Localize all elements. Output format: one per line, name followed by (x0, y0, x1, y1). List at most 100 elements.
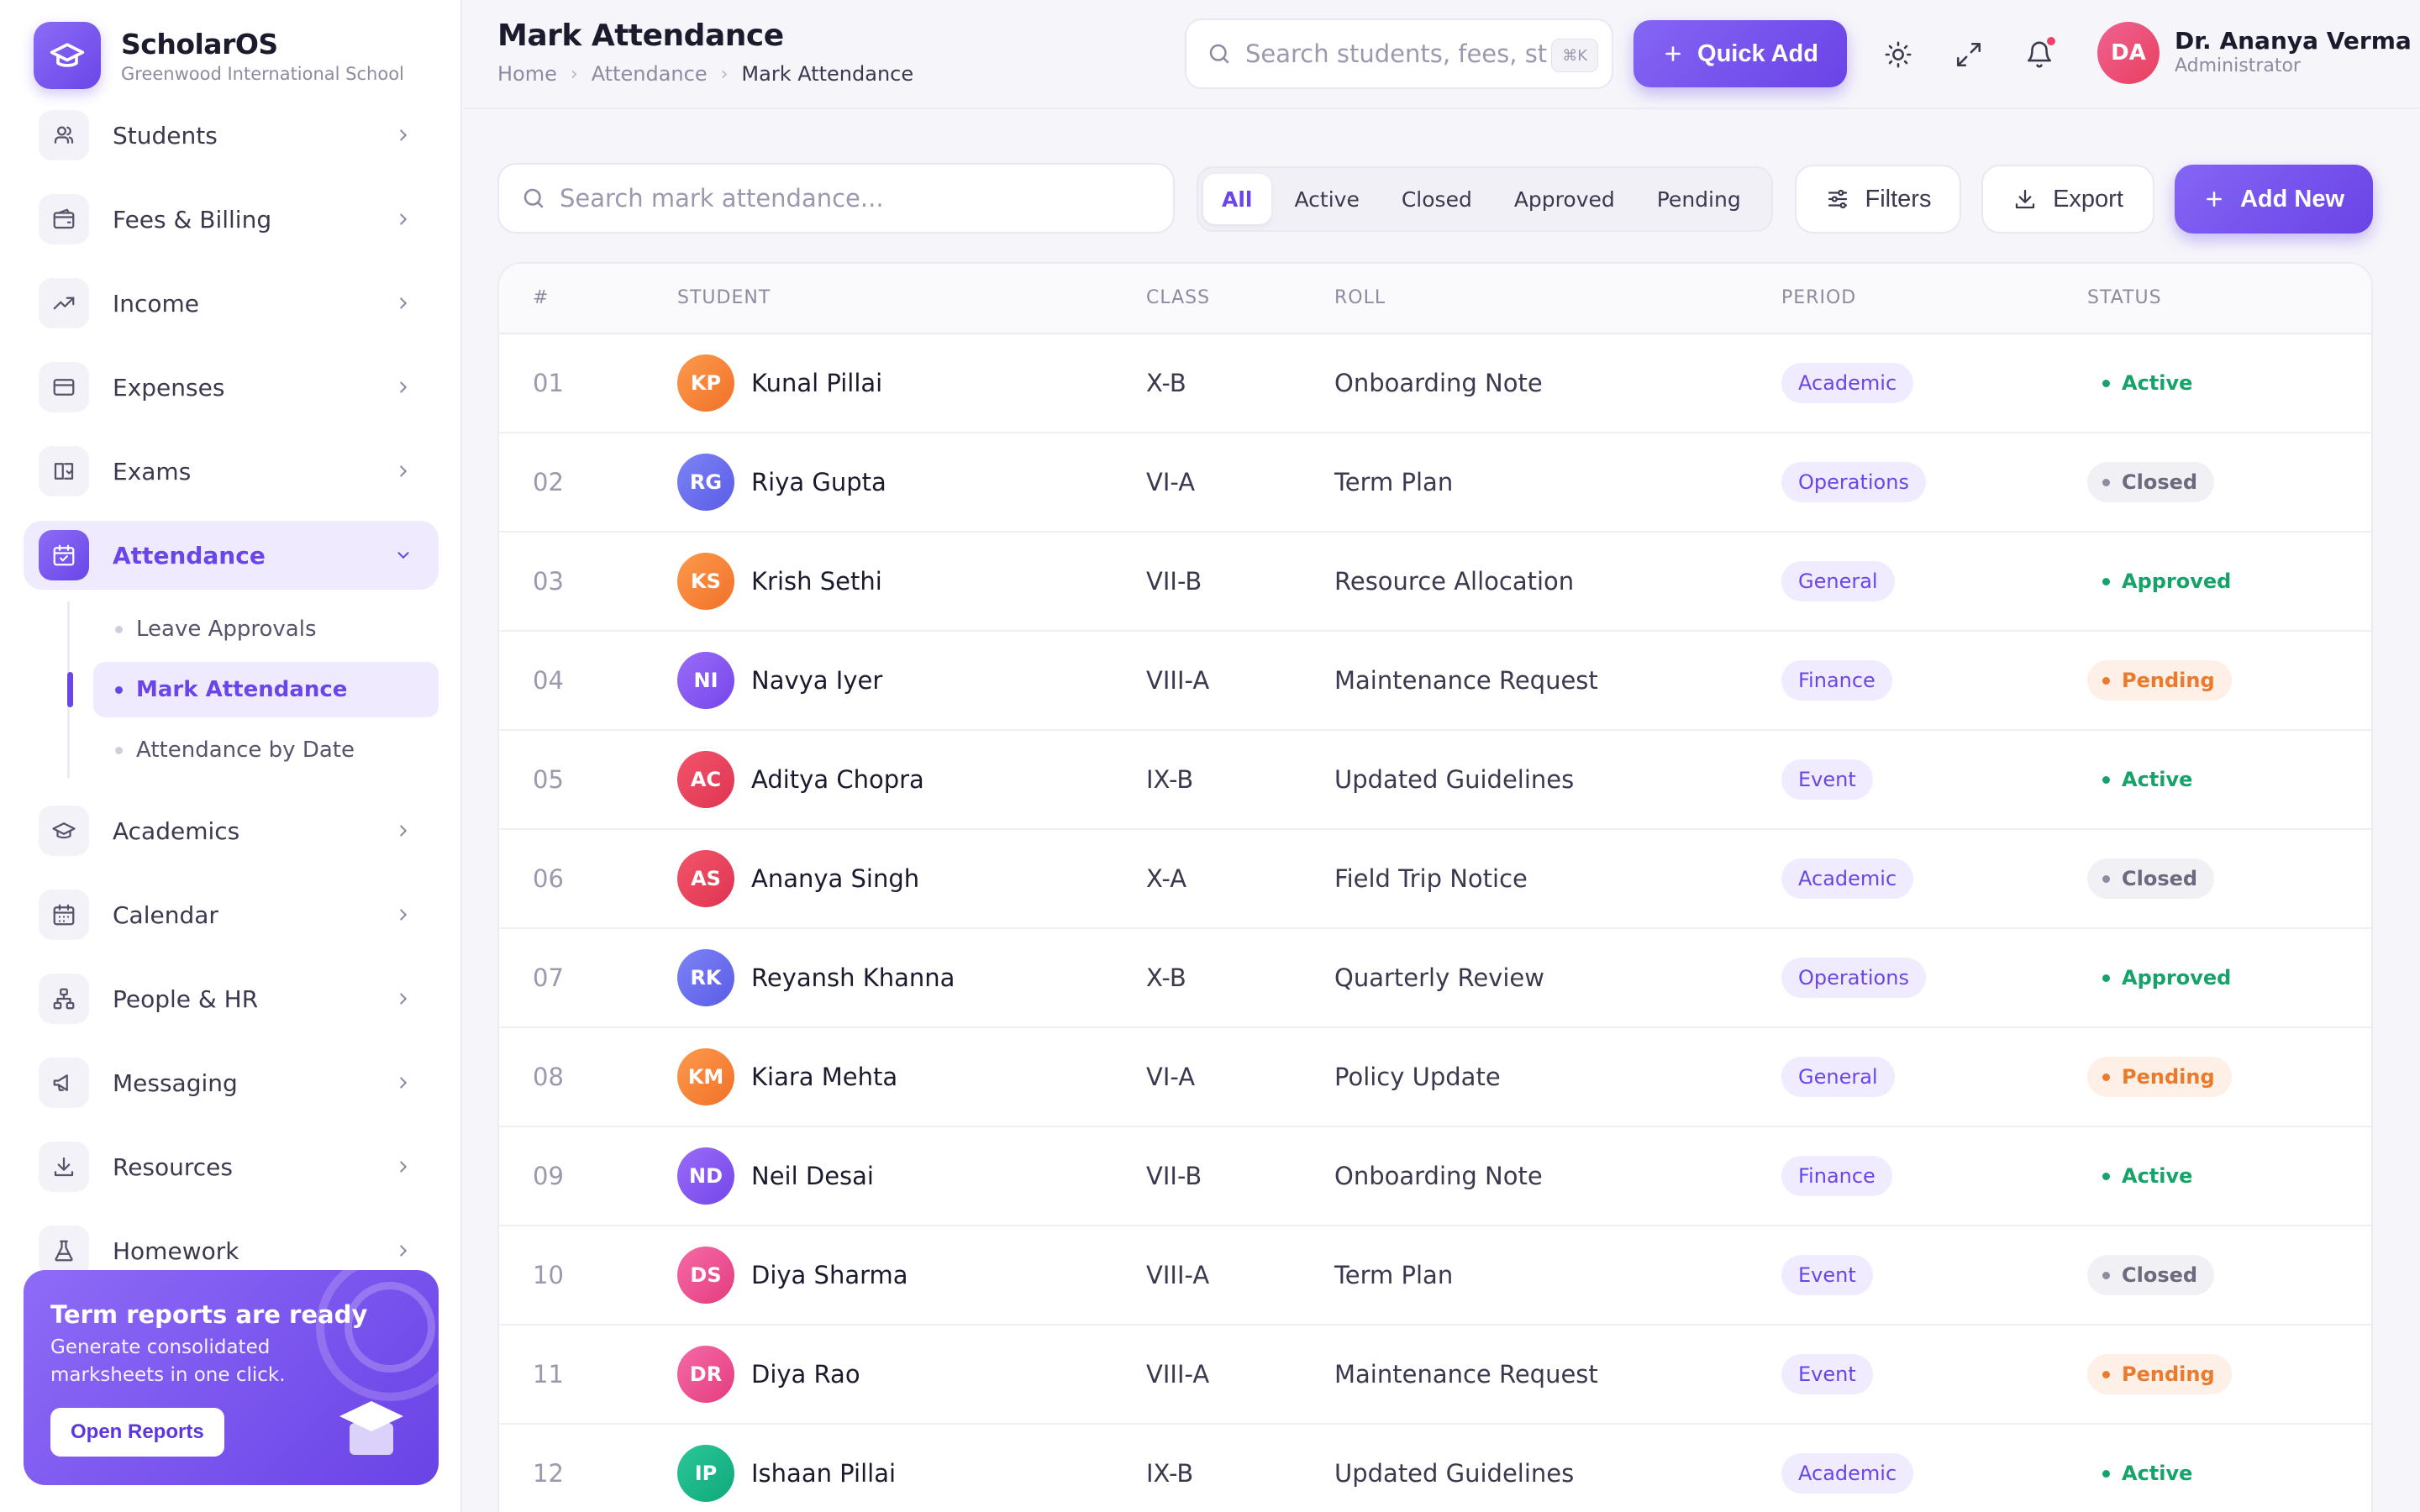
sidebar-item-fees-and-billing[interactable]: Fees & Billing (24, 185, 439, 254)
student-cell[interactable]: RG Riya Gupta (677, 433, 886, 531)
column-header-index[interactable]: # (533, 287, 549, 308)
student-name[interactable]: Navya Iyer (751, 666, 882, 695)
table-row[interactable]: 11 DR Diya Rao VIII-A Maintenance Request Eve… (499, 1326, 2371, 1425)
table-row[interactable]: 04 NI Navya Iyer VIII-A Maintenance Request F… (499, 632, 2371, 731)
student-name[interactable]: Kunal Pillai (751, 369, 882, 397)
student-name[interactable]: Diya Sharma (751, 1261, 908, 1289)
sidebar-item-resources[interactable]: Resources (24, 1132, 439, 1201)
tab-approved[interactable]: Approved (1496, 174, 1634, 224)
class-cell: VI-A (1146, 468, 1196, 496)
tab-active[interactable]: Active (1276, 174, 1378, 224)
sidebar-item-students[interactable]: Students (24, 101, 439, 170)
student-cell[interactable]: ND Neil Desai (677, 1127, 874, 1225)
chevron-right-icon (393, 461, 413, 481)
student-cell[interactable]: KS Krish Sethi (677, 533, 882, 630)
status-label: Closed (2122, 867, 2198, 890)
quick-add-button[interactable]: Quick Add (1634, 20, 1847, 87)
column-header-roll[interactable]: ROLL (1334, 287, 1386, 308)
table-row[interactable]: 07 RK Reyansh Khanna X-B Quarterly Review Ope… (499, 929, 2371, 1028)
sidebar-item-income[interactable]: Income (24, 269, 439, 338)
user-name[interactable]: Dr. Ananya Verma (2175, 27, 2412, 55)
sidebar-item-calendar[interactable]: Calendar (24, 880, 439, 949)
student-name[interactable]: Ishaan Pillai (751, 1459, 896, 1488)
student-name[interactable]: Ananya Singh (751, 864, 919, 893)
submenu-item-mark-attendance[interactable]: Mark Attendance (67, 662, 439, 717)
student-cell[interactable]: KP Kunal Pillai (677, 334, 882, 432)
student-cell[interactable]: IP Ishaan Pillai (677, 1425, 896, 1512)
roll-cell: Policy Update (1334, 1063, 1501, 1091)
book-check-icon (39, 446, 89, 496)
period-chip: General (1781, 1057, 1895, 1097)
bell-icon[interactable] (2018, 34, 2060, 76)
expand-icon[interactable] (1948, 34, 1990, 76)
status-dot (2102, 1469, 2110, 1478)
card-icon (39, 362, 89, 412)
class-cell: VII-B (1146, 1162, 1202, 1190)
breadcrumb-home[interactable]: Home (497, 62, 557, 86)
status-label: Pending (2122, 669, 2215, 692)
avatar[interactable]: DA (2097, 22, 2160, 84)
sidebar-item-label: Messaging (113, 1068, 238, 1097)
open-reports-button[interactable]: Open Reports (50, 1408, 224, 1457)
submenu-item-attendance-by-date[interactable]: Attendance by Date (93, 722, 439, 778)
student-cell[interactable]: RK Reyansh Khanna (677, 929, 955, 1026)
student-name[interactable]: Aditya Chopra (751, 765, 924, 794)
sidebar-item-messaging[interactable]: Messaging (24, 1048, 439, 1117)
filters-button[interactable]: Filters (1795, 165, 1961, 234)
table-row[interactable]: 12 IP Ishaan Pillai IX-B Updated Guidelines A… (499, 1425, 2371, 1512)
export-button[interactable]: Export (1981, 165, 2154, 234)
quick-add-label: Quick Add (1697, 39, 1818, 67)
sidebar-item-academics[interactable]: Academics (24, 796, 439, 865)
student-cell[interactable]: DS Diya Sharma (677, 1226, 908, 1324)
tab-closed[interactable]: Closed (1383, 174, 1491, 224)
student-name[interactable]: Reyansh Khanna (751, 963, 955, 992)
period-cell: Academic (1781, 830, 1914, 927)
table-row[interactable]: 03 KS Krish Sethi VII-B Resource Allocation G… (499, 533, 2371, 632)
student-cell[interactable]: AS Ananya Singh (677, 830, 919, 927)
student-name[interactable]: Riya Gupta (751, 468, 886, 496)
submenu-item-leave-approvals[interactable]: Leave Approvals (93, 601, 439, 657)
student-name[interactable]: Neil Desai (751, 1162, 874, 1190)
period-cell: Finance (1781, 1127, 1892, 1225)
status-label: Active (2122, 371, 2193, 395)
trending-up-icon (39, 278, 89, 328)
brand[interactable]: ScholarOS Greenwood International School (34, 22, 404, 89)
student-cell[interactable]: KM Kiara Mehta (677, 1028, 897, 1126)
sidebar-item-people-and-hr[interactable]: People & HR (24, 964, 439, 1033)
table-row[interactable]: 08 KM Kiara Mehta VI-A Policy Update General P… (499, 1028, 2371, 1127)
sidebar-item-exams[interactable]: Exams (24, 437, 439, 506)
breadcrumb-attendance[interactable]: Attendance (592, 62, 708, 86)
add-new-button[interactable]: Add New (2175, 165, 2373, 234)
column-header-student[interactable]: STUDENT (677, 287, 771, 308)
table-row[interactable]: 06 AS Ananya Singh X-A Field Trip Notice Acad… (499, 830, 2371, 929)
global-search[interactable]: ⌘K (1185, 18, 1613, 89)
table-row[interactable]: 05 AC Aditya Chopra IX-B Updated Guidelines E… (499, 731, 2371, 830)
status-cell: Approved (2087, 533, 2248, 630)
table-search-input[interactable] (560, 184, 1148, 213)
column-header-period[interactable]: PERIOD (1781, 287, 1856, 308)
student-name[interactable]: Diya Rao (751, 1360, 860, 1389)
table-search[interactable] (497, 163, 1175, 234)
export-label: Export (2053, 185, 2123, 213)
student-name[interactable]: Kiara Mehta (751, 1063, 897, 1091)
student-cell[interactable]: AC Aditya Chopra (677, 731, 924, 828)
sidebar-item-expenses[interactable]: Expenses (24, 353, 439, 422)
table-row[interactable]: 01 KP Kunal Pillai X-B Onboarding Note Academ… (499, 334, 2371, 433)
sidebar-item-attendance[interactable]: Attendance (24, 521, 439, 590)
global-search-input[interactable] (1245, 39, 1548, 68)
student-cell[interactable]: DR Diya Rao (677, 1326, 860, 1423)
tab-all[interactable]: All (1203, 174, 1271, 224)
sun-icon[interactable] (1877, 34, 1919, 76)
table-row[interactable]: 02 RG Riya Gupta VI-A Term Plan Operations Clo… (499, 433, 2371, 533)
class-cell: IX-B (1146, 1459, 1194, 1488)
tab-pending[interactable]: Pending (1639, 174, 1760, 224)
student-name[interactable]: Krish Sethi (751, 567, 882, 596)
breadcrumb-current: Mark Attendance (741, 62, 914, 86)
column-header-status[interactable]: STATUS (2087, 287, 2162, 308)
table-row[interactable]: 10 DS Diya Sharma VIII-A Term Plan Event Close… (499, 1226, 2371, 1326)
period-cell: Event (1781, 731, 1873, 828)
table-row[interactable]: 09 ND Neil Desai VII-B Onboarding Note Financ… (499, 1127, 2371, 1226)
column-header-class[interactable]: CLASS (1146, 287, 1210, 308)
status-label: Active (2122, 768, 2193, 791)
student-cell[interactable]: NI Navya Iyer (677, 632, 882, 729)
